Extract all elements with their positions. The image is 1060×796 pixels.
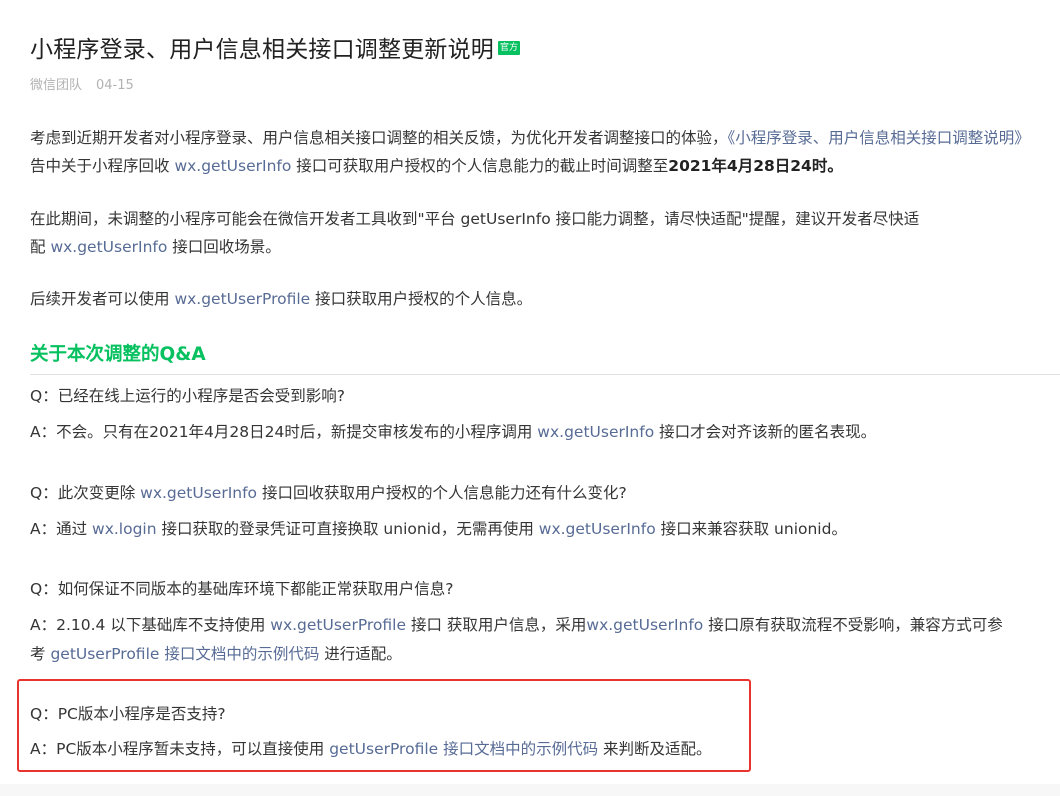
question-3: Q：如何保证不同版本的基础库环境下都能正常获取用户信息? (30, 575, 453, 603)
bottom-strip (0, 784, 1060, 796)
answer-1: A：不会。只有在2021年4月28日24时后，新提交审核发布的小程序调用 wx.… (30, 418, 876, 446)
article-meta: 微信团队 04-15 (30, 74, 134, 93)
adjustment-doc-link[interactable]: 《小程序登录、用户信息相关接口调整说明》 (728, 129, 1030, 147)
paragraph-1-line-1: 考虑到近期开发者对小程序登录、用户信息相关接口调整的相关反馈，为优化开发者调整接… (30, 124, 1030, 152)
publish-date: 04-15 (96, 78, 134, 93)
paragraph-text: 考虑到近期开发者对小程序登录、用户信息相关接口调整的相关反馈，为优化开发者调整接… (30, 129, 728, 147)
answer-text: A：PC版本小程序暂未支持，可以直接使用 (30, 740, 330, 758)
answer-3-line-1: A：2.10.4 以下基础库不支持使用 wx.getUserProfile 接口… (30, 611, 1003, 639)
paragraph-text: 配 (30, 238, 51, 256)
question-2: Q：此次变更除 wx.getUserInfo 接口回收获取用户授权的个人信息能力… (30, 479, 627, 507)
answer-2: A：通过 wx.login 接口获取的登录凭证可直接换取 unionid，无需再… (30, 515, 847, 543)
paragraph-text: 告中关于小程序回收 (30, 157, 175, 175)
article-title: 小程序登录、用户信息相关接口调整更新说明 (30, 37, 494, 63)
answer-text: 考 (30, 645, 51, 663)
question-text: 接口回收获取用户授权的个人信息能力还有什么变化? (257, 484, 627, 502)
question-text: Q：如何保证不同版本的基础库环境下都能正常获取用户信息? (30, 580, 454, 598)
answer-text: A：2.10.4 以下基础库不支持使用 (30, 616, 271, 634)
answer-text: 接口来兼容获取 unionid。 (655, 520, 847, 538)
answer-text: A：不会。只有在2021年4月28日24时后，新提交审核发布的小程序调用 (30, 423, 538, 441)
question-text: Q：已经在线上运行的小程序是否会受到影响? (30, 387, 345, 405)
getuserinfo-link[interactable]: wx.getUserInfo (537, 423, 654, 441)
paragraph-2-line-2: 配 wx.getUserInfo 接口回收场景。 (30, 233, 281, 261)
paragraph-text: 后续开发者可以使用 (30, 290, 175, 308)
paragraph-text: 在此期间，未调整的小程序可能会在微信开发者工具收到"平台 getUserInfo… (30, 210, 920, 228)
getuserinfo-link[interactable]: wx.getUserInfo (586, 616, 703, 634)
getuserprofile-link[interactable]: wx.getUserProfile (174, 290, 310, 308)
getuserinfo-link[interactable]: wx.getUserInfo (140, 484, 257, 502)
example-code-link[interactable]: getUserProfile 接口文档中的示例代码 (329, 740, 598, 758)
question-1: Q：已经在线上运行的小程序是否会受到影响? (30, 382, 345, 410)
answer-text: 进行适配。 (319, 645, 402, 663)
paragraph-text: 接口回收场景。 (167, 238, 281, 256)
getuserinfo-link[interactable]: wx.getUserInfo (174, 157, 291, 175)
paragraph-3: 后续开发者可以使用 wx.getUserProfile 接口获取用户授权的个人信… (30, 285, 532, 313)
answer-3-line-2: 考 getUserProfile 接口文档中的示例代码 进行适配。 (30, 640, 402, 668)
answer-text: 接口才会对齐该新的匿名表现。 (654, 423, 877, 441)
official-badge: 官方 (498, 41, 521, 55)
answer-text: 接口获取的登录凭证可直接换取 unionid，无需再使用 (156, 520, 539, 538)
question-4: Q：PC版本小程序是否支持? (30, 700, 226, 728)
getuserinfo-link[interactable]: wx.getUserInfo (539, 520, 656, 538)
title-row: 小程序登录、用户信息相关接口调整更新说明 官方 (30, 30, 521, 64)
author-link[interactable]: 微信团队 (30, 78, 82, 93)
getuserinfo-link[interactable]: wx.getUserInfo (50, 238, 167, 256)
deadline-text: 2021年4月28日24时。 (668, 157, 843, 175)
answer-4: A：PC版本小程序暂未支持，可以直接使用 getUserProfile 接口文档… (30, 735, 712, 763)
heading-divider (30, 374, 1060, 375)
answer-text: 接口原有获取流程不受影响，兼容方式可参 (703, 616, 1003, 634)
answer-text: 来判断及适配。 (598, 740, 712, 758)
qa-heading: 关于本次调整的Q&A (30, 344, 206, 365)
article-page: 小程序登录、用户信息相关接口调整更新说明 官方 微信团队 04-15 考虑到近期开… (0, 0, 1060, 796)
question-text: Q：此次变更除 (30, 484, 141, 502)
wx-login-link[interactable]: wx.login (92, 520, 157, 538)
question-text: Q：PC版本小程序是否支持? (30, 705, 226, 723)
paragraph-text: 接口获取用户授权的个人信息。 (310, 290, 533, 308)
example-code-link[interactable]: getUserProfile 接口文档中的示例代码 (50, 645, 319, 663)
getuserprofile-link[interactable]: wx.getUserProfile (270, 616, 406, 634)
paragraph-text: 接口可获取用户授权的个人信息能力的截止时间调整至 (291, 157, 669, 175)
answer-text: A：通过 (30, 520, 93, 538)
paragraph-1-line-2: 告中关于小程序回收 wx.getUserInfo 接口可获取用户授权的个人信息能… (30, 152, 843, 180)
answer-text: 接口 获取用户信息，采用 (406, 616, 587, 634)
paragraph-2-line-1: 在此期间，未调整的小程序可能会在微信开发者工具收到"平台 getUserInfo… (30, 205, 919, 233)
